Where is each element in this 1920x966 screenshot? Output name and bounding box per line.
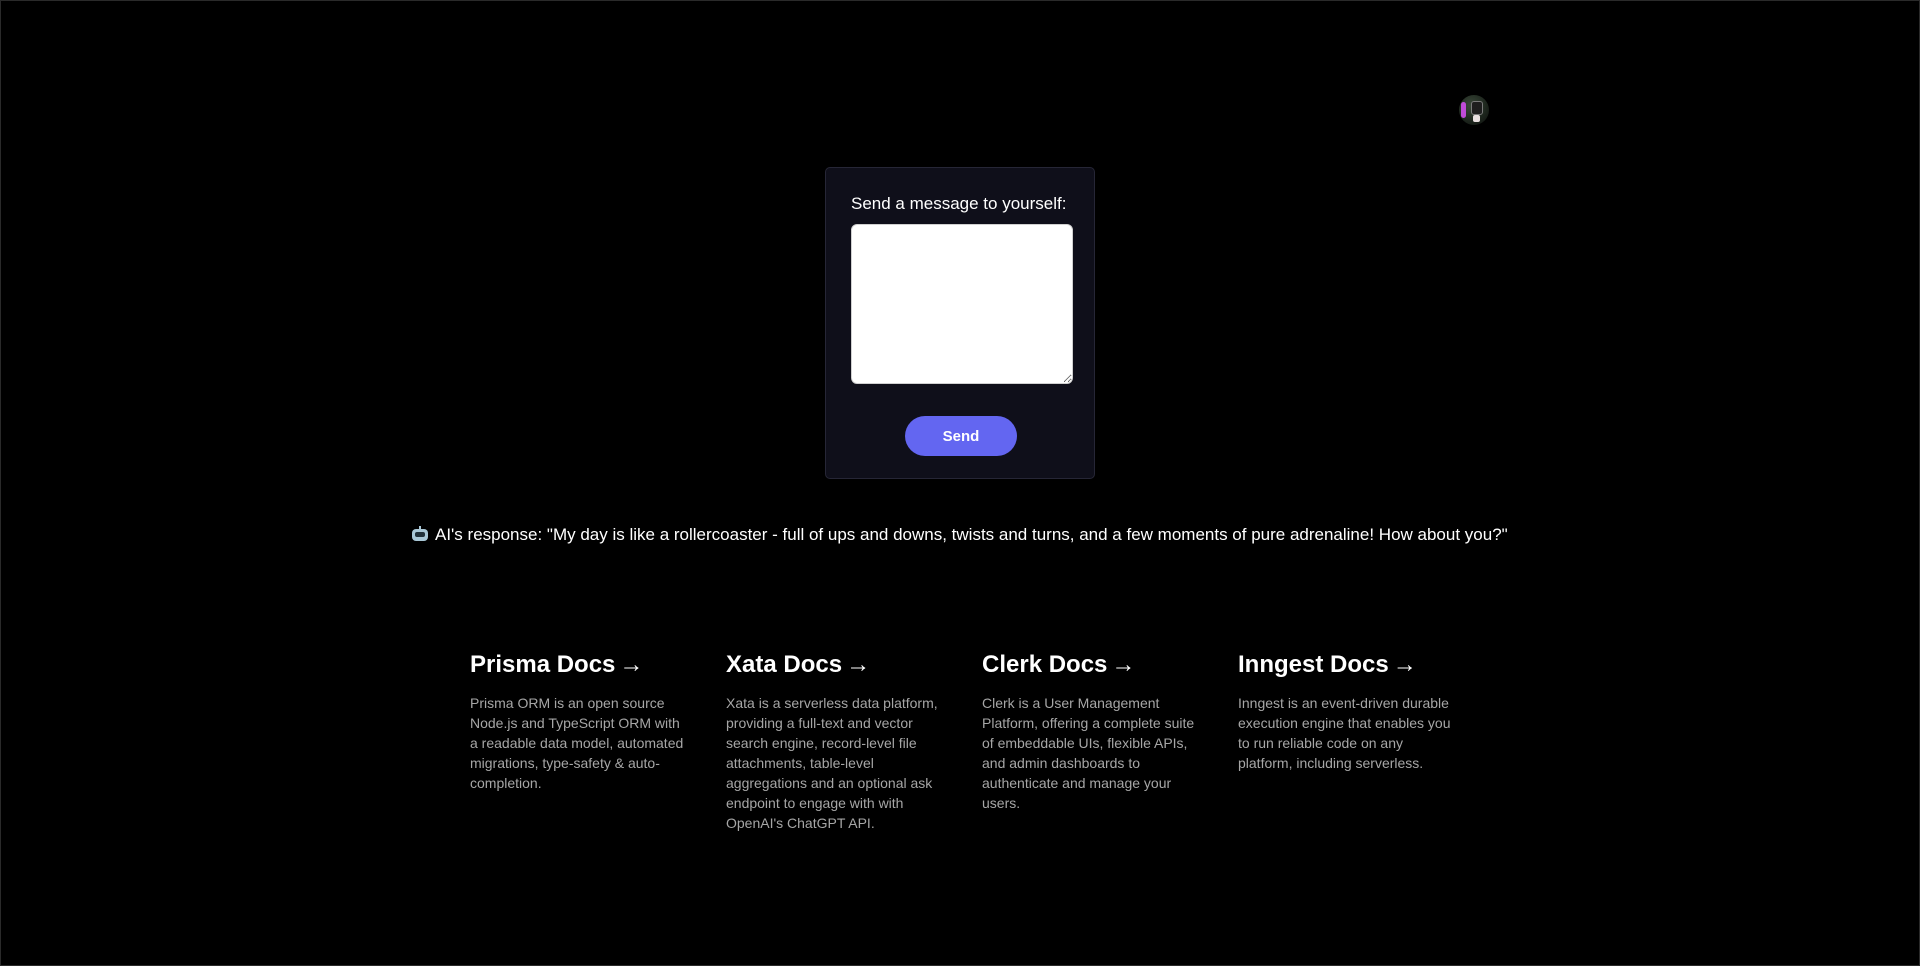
avatar-accent [1461,102,1466,118]
arrow-right-icon: → [846,651,871,678]
doc-title: Inngest Docs → [1238,651,1417,678]
doc-card-inngest[interactable]: Inngest Docs → Inngest is an event-driven… [1238,651,1494,833]
arrow-right-icon: → [1392,651,1417,678]
doc-card-prisma[interactable]: Prisma Docs → Prisma ORM is an open sourc… [470,651,726,833]
doc-title: Prisma Docs → [470,651,644,678]
arrow-right-icon: → [1111,651,1136,678]
user-avatar-icon[interactable] [1459,95,1489,125]
message-form-label: Send a message to yourself: [851,194,1067,213]
doc-title: Clerk Docs → [982,651,1136,678]
ai-response: AI's response: "My day is like a rollerc… [411,525,1508,545]
doc-description: Xata is a serverless data platform, prov… [726,695,938,831]
doc-description: Clerk is a User Management Platform, off… [982,695,1195,811]
docs-grid: Prisma Docs → Prisma ORM is an open sourc… [470,651,1494,833]
doc-card-xata[interactable]: Xata Docs → Xata is a serverless data pla… [726,651,982,833]
avatar-detail [1473,115,1480,122]
message-input[interactable] [851,224,1073,384]
ai-response-text: AI's response: "My day is like a rollerc… [435,525,1508,544]
doc-description: Prisma ORM is an open source Node.js and… [470,695,684,791]
arrow-right-icon: → [619,651,644,678]
avatar-face [1471,101,1483,115]
send-button[interactable]: Send [905,416,1017,456]
page: Send a message to yourself: Send AI's re… [0,0,1920,966]
doc-description: Inngest is an event-driven durable execu… [1238,695,1451,771]
robot-icon [411,526,429,542]
doc-title: Xata Docs → [726,651,871,678]
message-form-card: Send a message to yourself: Send [825,167,1095,479]
doc-card-clerk[interactable]: Clerk Docs → Clerk is a User Management P… [982,651,1238,833]
